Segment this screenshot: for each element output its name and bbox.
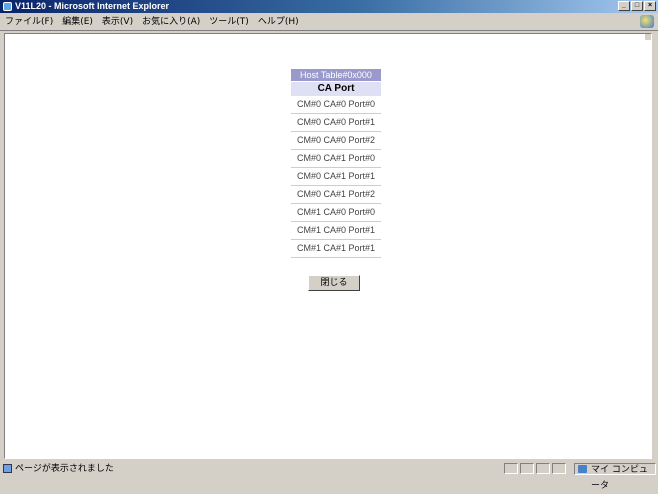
menu-edit[interactable]: 編集(E)	[62, 13, 93, 31]
page-icon	[3, 464, 12, 473]
table-row: CM#0 CA#0 Port#2	[291, 132, 381, 150]
table-row: CM#0 CA#0 Port#1	[291, 114, 381, 132]
computer-icon	[578, 465, 587, 473]
status-pane	[520, 463, 534, 474]
host-table: Host Table#0x000 CA Port CM#0 CA#0 Port#…	[291, 69, 381, 258]
table-row: CM#1 CA#1 Port#1	[291, 240, 381, 258]
windows-logo-icon	[640, 15, 654, 28]
maximize-button[interactable]: □	[631, 1, 643, 11]
title-bar: V11L20 - Microsoft Internet Explorer _ □…	[0, 0, 658, 13]
close-button[interactable]: 閉じる	[308, 275, 360, 291]
table-title: Host Table#0x000	[291, 69, 381, 81]
menu-file[interactable]: ファイル(F)	[5, 13, 53, 31]
table-row: CM#0 CA#0 Port#0	[291, 96, 381, 114]
menu-view[interactable]: 表示(V)	[102, 13, 133, 31]
menu-help[interactable]: ヘルプ(H)	[258, 13, 299, 31]
status-pane	[504, 463, 518, 474]
table-row: CM#0 CA#1 Port#0	[291, 150, 381, 168]
zone-label: マイ コンピュータ	[591, 465, 648, 491]
table-row: CM#1 CA#0 Port#0	[291, 204, 381, 222]
menu-tools[interactable]: ツール(T)	[209, 13, 249, 31]
status-bar: ページが表示されました マイ コンピュータ	[0, 461, 658, 491]
table-row: CM#0 CA#1 Port#2	[291, 186, 381, 204]
close-window-button[interactable]: ×	[644, 1, 656, 11]
column-header-ca-port: CA Port	[291, 81, 381, 96]
menu-favorites[interactable]: お気に入り(A)	[142, 13, 200, 31]
table-row: CM#1 CA#0 Port#1	[291, 222, 381, 240]
status-pane	[536, 463, 550, 474]
ie-icon	[3, 2, 12, 11]
scrollbar-corner	[645, 34, 651, 40]
page-viewport: Host Table#0x000 CA Port CM#0 CA#0 Port#…	[4, 33, 652, 459]
security-zone: マイ コンピュータ	[574, 463, 656, 491]
status-text: ページが表示されました	[15, 464, 114, 474]
status-pane	[552, 463, 566, 474]
menu-bar: ファイル(F) 編集(E) 表示(V) お気に入り(A) ツール(T) ヘルプ(…	[0, 13, 658, 31]
window-title: V11L20 - Microsoft Internet Explorer	[15, 1, 170, 11]
table-row: CM#0 CA#1 Port#1	[291, 168, 381, 186]
minimize-button[interactable]: _	[618, 1, 630, 11]
